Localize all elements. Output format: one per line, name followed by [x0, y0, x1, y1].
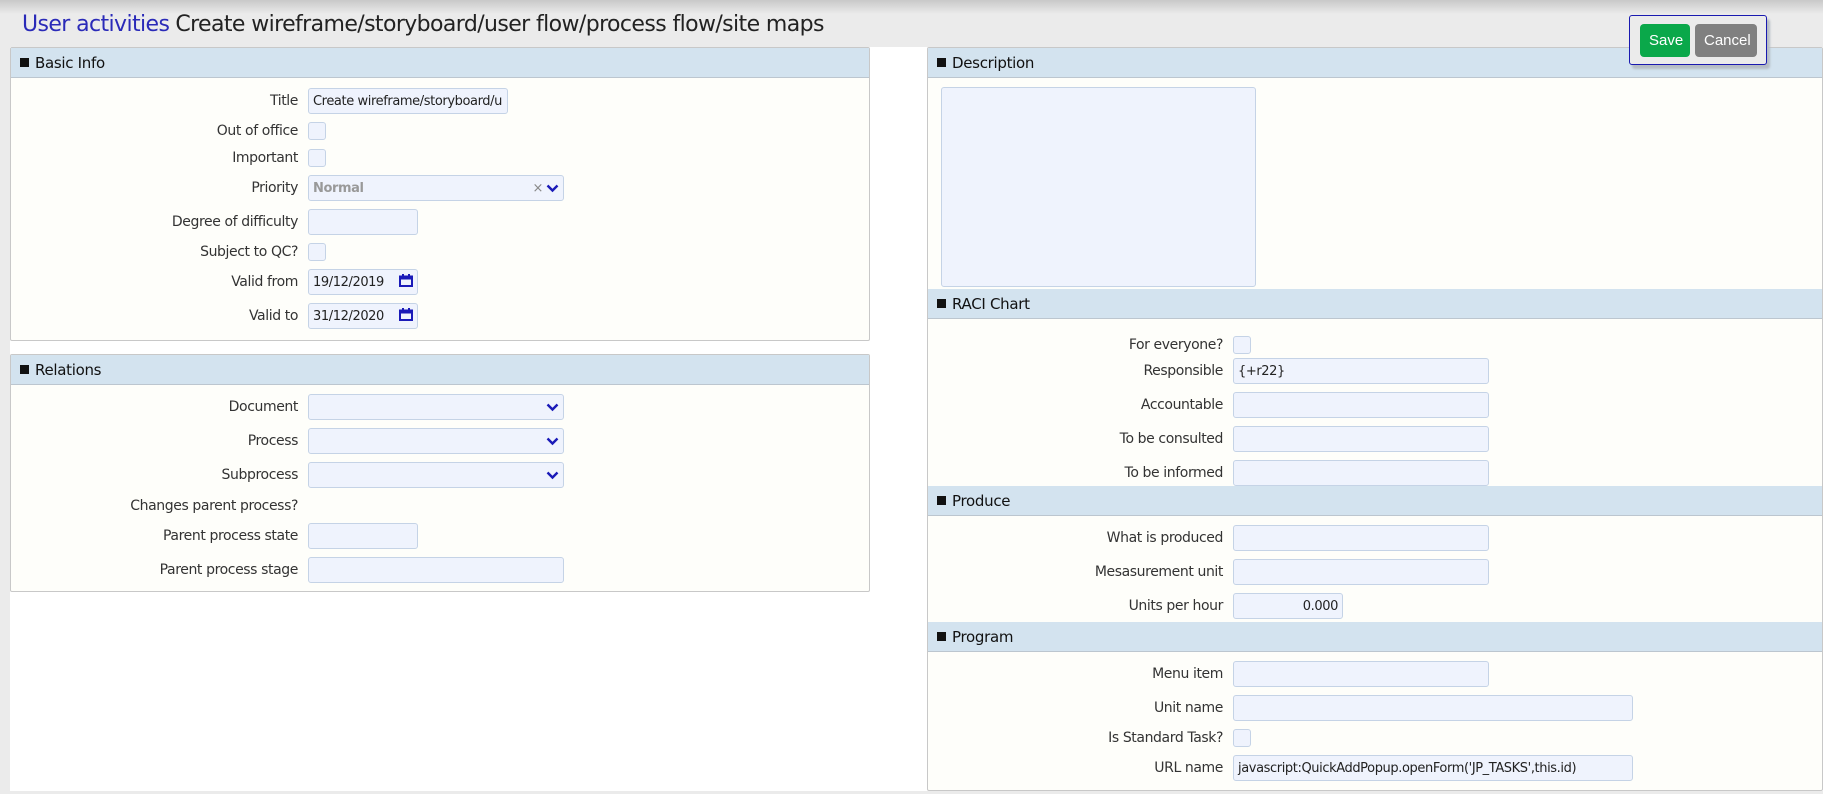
- square-bullet-icon: [937, 496, 946, 505]
- qc-label: Subject to QC?: [200, 244, 298, 260]
- section-header-basic-info: Basic Info: [11, 48, 869, 78]
- process-label: Process: [247, 433, 299, 449]
- standard-task-checkbox[interactable]: [1233, 729, 1251, 747]
- chevron-down-icon[interactable]: [545, 468, 559, 482]
- basic-info-panel: Basic Info Title Create wireframe/storyb…: [10, 47, 870, 341]
- square-bullet-icon: [937, 299, 946, 308]
- changes-parent-label: Changes parent process?: [130, 498, 298, 514]
- informed-input[interactable]: [1233, 460, 1489, 486]
- accountable-label: Accountable: [1140, 397, 1224, 413]
- valid-from-label: Valid from: [231, 274, 298, 290]
- document-label: Document: [228, 399, 299, 415]
- section-title: Description: [952, 53, 1035, 72]
- calendar-icon[interactable]: [399, 273, 413, 291]
- parent-stage-label: Parent process stage: [159, 562, 299, 578]
- chevron-down-icon[interactable]: [545, 434, 559, 448]
- section-title: Produce: [952, 491, 1011, 510]
- valid-to-input[interactable]: 31/12/2020: [308, 303, 418, 329]
- important-label: Important: [232, 150, 298, 166]
- square-bullet-icon: [20, 58, 29, 67]
- informed-label: To be informed: [1124, 465, 1224, 481]
- right-panel: Description RACI Chart For everyone? Res…: [927, 47, 1823, 791]
- menu-item-label: Menu item: [1152, 666, 1223, 682]
- valid-to-value: 31/12/2020: [313, 308, 384, 324]
- responsible-input[interactable]: {+r22}: [1233, 358, 1489, 384]
- subprocess-select[interactable]: [308, 462, 564, 488]
- section-title: Relations: [35, 360, 102, 379]
- title-input[interactable]: Create wireframe/storyboard/u: [308, 88, 508, 114]
- square-bullet-icon: [937, 632, 946, 641]
- valid-from-value: 19/12/2019: [313, 274, 384, 290]
- units-per-hour-input[interactable]: 0.000: [1233, 593, 1343, 619]
- relations-panel: Relations Document Process Subprocess Ch: [10, 354, 870, 592]
- section-header-produce: Produce: [928, 486, 1822, 516]
- section-header-raci: RACI Chart: [928, 289, 1822, 319]
- form-content: Basic Info Title Create wireframe/storyb…: [10, 47, 1823, 791]
- what-produced-label: What is produced: [1106, 530, 1224, 546]
- url-name-label: URL name: [1154, 760, 1223, 776]
- unit-name-input[interactable]: [1233, 695, 1633, 721]
- process-select[interactable]: [308, 428, 564, 454]
- section-title: Program: [952, 627, 1014, 646]
- units-per-hour-label: Units per hour: [1128, 598, 1224, 614]
- measurement-unit-input[interactable]: [1233, 559, 1489, 585]
- out-of-office-checkbox[interactable]: [308, 122, 326, 140]
- save-button[interactable]: Save: [1640, 23, 1690, 57]
- important-checkbox[interactable]: [308, 149, 326, 167]
- action-buttons: Save Cancel: [1629, 15, 1767, 65]
- priority-label: Priority: [251, 180, 298, 196]
- calendar-icon[interactable]: [399, 307, 413, 325]
- menu-item-input[interactable]: [1233, 661, 1489, 687]
- breadcrumb-user-activities[interactable]: User activities: [22, 12, 170, 37]
- page-title: Create wireframe/storyboard/user flow/pr…: [175, 12, 824, 37]
- out-of-office-label: Out of office: [216, 123, 299, 139]
- what-produced-input[interactable]: [1233, 525, 1489, 551]
- qc-checkbox[interactable]: [308, 243, 326, 261]
- responsible-label: Responsible: [1143, 363, 1223, 379]
- consulted-input[interactable]: [1233, 426, 1489, 452]
- chevron-down-icon[interactable]: [545, 181, 559, 195]
- cancel-button[interactable]: Cancel: [1695, 23, 1757, 57]
- for-everyone-checkbox[interactable]: [1233, 336, 1251, 354]
- difficulty-label: Degree of difficulty: [171, 214, 299, 230]
- section-header-program: Program: [928, 622, 1822, 652]
- section-header-relations: Relations: [11, 355, 869, 385]
- consulted-label: To be consulted: [1119, 431, 1224, 447]
- accountable-input[interactable]: [1233, 392, 1489, 418]
- parent-stage-input[interactable]: [308, 557, 564, 583]
- unit-name-label: Unit name: [1153, 700, 1223, 716]
- document-select[interactable]: [308, 394, 564, 420]
- square-bullet-icon: [937, 58, 946, 67]
- valid-from-input[interactable]: 19/12/2019: [308, 269, 418, 295]
- page-header: User activities Create wireframe/storyboa…: [22, 12, 824, 37]
- standard-task-label: Is Standard Task?: [1108, 730, 1223, 746]
- chevron-down-icon[interactable]: [545, 400, 559, 414]
- section-title: Basic Info: [35, 53, 105, 72]
- title-label: Title: [269, 93, 298, 109]
- clear-icon[interactable]: ×: [533, 181, 544, 196]
- for-everyone-label: For everyone?: [1128, 337, 1224, 353]
- valid-to-label: Valid to: [248, 308, 298, 324]
- parent-state-label: Parent process state: [163, 528, 298, 544]
- subprocess-label: Subprocess: [221, 467, 299, 483]
- priority-value: Normal: [313, 180, 364, 196]
- difficulty-input[interactable]: [308, 209, 418, 235]
- priority-select[interactable]: Normal ×: [308, 175, 564, 201]
- parent-state-input[interactable]: [308, 523, 418, 549]
- measurement-unit-label: Mesasurement unit: [1094, 564, 1224, 580]
- url-name-input[interactable]: javascript:QuickAddPopup.openForm('JP_TA…: [1233, 755, 1633, 781]
- section-title: RACI Chart: [952, 294, 1030, 313]
- description-textarea[interactable]: [941, 87, 1256, 287]
- square-bullet-icon: [20, 365, 29, 374]
